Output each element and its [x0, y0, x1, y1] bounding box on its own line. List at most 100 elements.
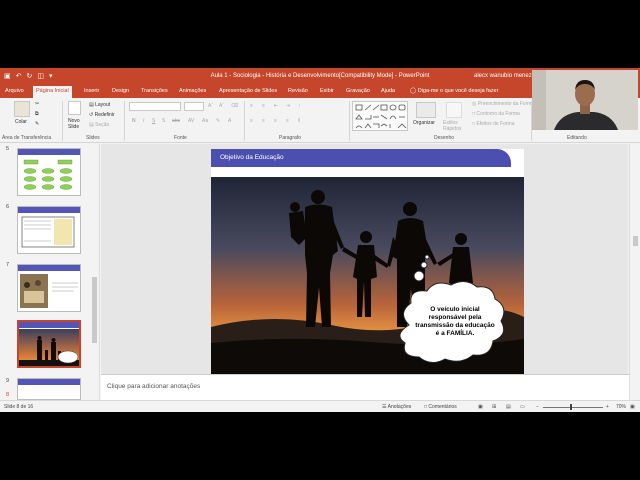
underline-button[interactable]: S	[152, 118, 155, 124]
editing-group-label: Editando	[567, 135, 587, 141]
tab-revisao[interactable]: Revisão	[288, 88, 308, 94]
normal-view-icon[interactable]: ▣	[478, 404, 483, 410]
reset-button[interactable]: ↺ Redefinir	[89, 112, 115, 118]
user-name[interactable]: alecx wanubio menezes	[474, 73, 538, 79]
tab-animacoes[interactable]: Animações	[179, 88, 206, 94]
layout-button[interactable]: ▤ Layout	[89, 102, 110, 108]
thumbnail-text-icon	[21, 216, 75, 248]
change-case-icon[interactable]: Aa	[202, 118, 208, 124]
font-group-label: Fonte	[174, 135, 187, 141]
thumbnail-number: 7	[6, 262, 10, 268]
paragraph-group-label: Paragrafo	[279, 135, 301, 141]
bold-button[interactable]: N	[132, 118, 136, 124]
separator	[62, 101, 63, 141]
zoom-level[interactable]: 70%	[616, 404, 626, 410]
outline-icon: □	[472, 111, 476, 117]
current-slide[interactable]: Objetivo da Educação O veículo inicial r…	[211, 149, 524, 383]
zoom-in-icon[interactable]: +	[606, 404, 609, 410]
strikethrough-button[interactable]: abc	[172, 118, 180, 124]
quick-styles-button[interactable]: Estilos Rápidos	[443, 120, 467, 132]
arrange-button[interactable]: Organizar	[413, 120, 435, 126]
family-sunset-photo[interactable]	[211, 177, 524, 383]
tab-pagina-inicial[interactable]: Página Inicial	[33, 86, 72, 98]
speech-bubble-text[interactable]: O veículo inicial responsável pela trans…	[413, 306, 497, 338]
comment-icon: □	[424, 404, 428, 410]
scrollbar-thumb[interactable]	[633, 236, 638, 246]
cut-icon[interactable]: ✂	[35, 101, 39, 107]
notes-placeholder: Clique para adicionar anotações	[107, 383, 201, 390]
tab-gravacao[interactable]: Gravação	[346, 88, 370, 94]
tab-apresentacao[interactable]: Apresentação de Slides	[219, 88, 277, 94]
tab-arquivo[interactable]: Arquivo	[5, 88, 24, 94]
format-painter-icon[interactable]: ✎	[35, 121, 39, 127]
justify-icon[interactable]: ≡	[286, 118, 289, 124]
paste-icon[interactable]	[14, 101, 30, 117]
slide-thumbnail-9[interactable]	[17, 378, 81, 400]
slide-thumbnail-7[interactable]	[17, 264, 81, 312]
shapes-gallery[interactable]	[352, 101, 408, 131]
align-left-icon[interactable]: ≡	[250, 118, 253, 124]
new-slide-icon[interactable]	[68, 101, 81, 115]
clear-format-icon[interactable]: ⌫	[231, 103, 238, 109]
shrink-font-icon[interactable]: Aˇ	[219, 103, 224, 109]
increase-indent-icon[interactable]: ⇥	[286, 103, 290, 109]
zoom-slider-thumb[interactable]	[570, 404, 572, 410]
quick-styles-icon[interactable]	[446, 102, 462, 118]
thumbnail-number: 9	[6, 378, 10, 384]
section-button[interactable]: ▤ Seção	[89, 122, 109, 128]
slide-counter: Slide 8 de 16	[4, 404, 34, 410]
char-spacing-icon[interactable]: AV	[188, 118, 194, 124]
line-spacing-icon[interactable]: ↕	[298, 103, 301, 109]
slide-thumbnail-8[interactable]	[17, 320, 81, 368]
slide-thumbnail-6[interactable]	[17, 206, 81, 254]
reset-icon: ↺	[89, 112, 94, 118]
italic-button[interactable]: I	[143, 118, 144, 124]
tab-inserir[interactable]: Inserir	[84, 88, 99, 94]
comments-toggle[interactable]: □ Comentários	[424, 404, 457, 410]
shape-effects-button[interactable]: □ Efeitos de Forma	[472, 121, 515, 127]
columns-icon[interactable]: ‖	[298, 118, 300, 124]
slide-sorter-icon[interactable]: ⊞	[492, 404, 496, 410]
arrange-icon[interactable]	[416, 102, 436, 118]
grow-font-icon[interactable]: Aˆ	[208, 103, 213, 109]
paste-button[interactable]: Colar	[15, 119, 27, 125]
new-slide-button[interactable]: Novo Slide	[68, 118, 84, 130]
zoom-out-icon[interactable]: −	[536, 404, 539, 410]
thumbnail-family-photo-icon	[19, 329, 79, 366]
tab-exibir[interactable]: Exibir	[320, 88, 334, 94]
decrease-indent-icon[interactable]: ⇤	[274, 103, 278, 109]
slide-title[interactable]: Objetivo da Educação	[220, 154, 284, 161]
highlight-icon[interactable]: ✎	[216, 118, 220, 124]
fit-slide-icon[interactable]: ▣	[630, 404, 635, 410]
editor-scrollbar[interactable]	[629, 144, 640, 400]
tell-me-box[interactable]: ◯ Diga-me o que você deseja fazer	[410, 88, 498, 94]
tab-ajuda[interactable]: Ajuda	[381, 88, 395, 94]
separator	[244, 101, 245, 141]
align-right-icon[interactable]: ≡	[274, 118, 277, 124]
shadow-button[interactable]: S	[162, 118, 165, 124]
bullets-icon[interactable]: ≡	[250, 103, 253, 109]
slide-title-bar: Objetivo da Educação	[211, 149, 511, 167]
notes-toggle[interactable]: ☰ Anotações	[382, 404, 411, 410]
tab-transicoes[interactable]: Transições	[141, 88, 168, 94]
numbering-icon[interactable]: ≡	[262, 103, 265, 109]
shape-outline-button[interactable]: □ Contorno da Forma	[472, 111, 520, 117]
layout-icon: ▤	[89, 102, 94, 108]
presenter-video-icon	[532, 70, 638, 130]
font-name-box[interactable]	[129, 102, 181, 111]
zoom-slider[interactable]	[543, 407, 603, 408]
slideshow-icon[interactable]: ▭	[520, 404, 525, 410]
align-center-icon[interactable]: ≡	[262, 118, 265, 124]
copy-icon[interactable]: ⧉	[35, 111, 39, 117]
font-size-box[interactable]	[184, 102, 204, 111]
tab-design[interactable]: Design	[112, 88, 129, 94]
reading-view-icon[interactable]: ▤	[506, 404, 511, 410]
thumbnail-scrollbar[interactable]	[92, 277, 97, 343]
shape-fill-button[interactable]: ◎ Preenchimento da Forma	[472, 101, 534, 107]
slide-thumbnail-5[interactable]	[17, 148, 81, 196]
family-silhouette-image	[211, 177, 524, 383]
fill-icon: ◎	[472, 101, 477, 107]
font-color-icon[interactable]: A	[228, 118, 231, 124]
drawing-group-label: Desenho	[434, 135, 455, 141]
notes-pane[interactable]: Clique para adicionar anotações	[101, 374, 629, 400]
